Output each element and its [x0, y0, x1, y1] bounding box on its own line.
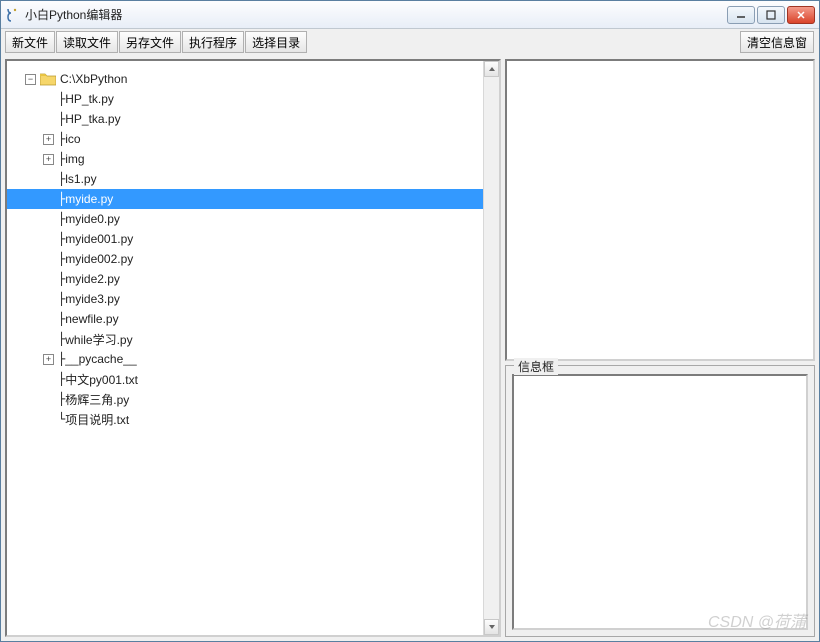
tree-scrollbar[interactable] — [483, 61, 499, 635]
toolbar: 新文件 读取文件 另存文件 执行程序 选择目录 清空信息窗 — [1, 29, 819, 55]
tree-item[interactable]: ├myide0.py — [7, 209, 483, 229]
tree-item-label: myide0.py — [65, 212, 120, 226]
tree-item[interactable]: + ├img — [7, 149, 483, 169]
tree-item[interactable]: ├myide.py — [7, 189, 483, 209]
tree-branch-glyph: └ — [58, 412, 65, 426]
tree-item-label: __pycache__ — [65, 352, 136, 366]
tree-item-label: myide2.py — [65, 272, 120, 286]
tree-item[interactable]: ├中文py001.txt — [7, 369, 483, 389]
tree-item-label: newfile.py — [65, 312, 118, 326]
tree-item[interactable]: ├myide2.py — [7, 269, 483, 289]
titlebar: 小白Python编辑器 — [1, 1, 819, 29]
tree-item-label: 中文py001.txt — [65, 371, 138, 388]
tree-root-node[interactable]: − C:\XbPython — [7, 69, 483, 89]
info-groupbox-label: 信息框 — [514, 358, 558, 375]
tree-item-label: myide001.py — [65, 232, 133, 246]
tree-branch-glyph: ├ — [58, 292, 65, 306]
tree-item-label: 杨辉三角.py — [65, 391, 129, 408]
tree-node-label: C:\XbPython — [60, 72, 127, 86]
tree-item[interactable]: ├HP_tk.py — [7, 89, 483, 109]
tree-item[interactable]: ├myide002.py — [7, 249, 483, 269]
tree-branch-glyph: ├ — [58, 392, 65, 406]
right-pane: 信息框 — [505, 59, 815, 637]
minimize-button[interactable] — [727, 6, 755, 24]
tree-branch-glyph: ├ — [58, 232, 65, 246]
tree-item[interactable]: ├while学习.py — [7, 329, 483, 349]
folder-icon — [40, 72, 56, 86]
tree-item[interactable]: + ├ico — [7, 129, 483, 149]
file-tree[interactable]: − C:\XbPython ├HP_tk.py├HP_tka.py+├ico+├… — [5, 59, 501, 637]
tree-item-label: myide.py — [65, 192, 113, 206]
scroll-up-button[interactable] — [484, 61, 499, 77]
window-controls — [727, 6, 815, 24]
clear-info-button[interactable]: 清空信息窗 — [740, 31, 814, 53]
tree-item[interactable]: └项目说明.txt — [7, 409, 483, 429]
run-program-button[interactable]: 执行程序 — [182, 31, 244, 53]
collapse-icon[interactable]: − — [25, 74, 36, 85]
tree-branch-glyph: ├ — [58, 92, 65, 106]
application-window: 小白Python编辑器 新文件 读取文件 另存文件 执行程序 选择目录 清空信息… — [0, 0, 820, 642]
tree-branch-glyph: ├ — [58, 172, 65, 186]
expand-icon[interactable]: + — [43, 354, 54, 365]
close-button[interactable] — [787, 6, 815, 24]
read-file-button[interactable]: 读取文件 — [56, 31, 118, 53]
tree-branch-glyph: ├ — [58, 272, 65, 286]
tree-item-label: ls1.py — [65, 172, 96, 186]
expand-icon[interactable]: + — [43, 134, 54, 145]
tree-item-label: while学习.py — [65, 331, 132, 348]
editor-area[interactable] — [505, 59, 815, 361]
tree-item[interactable]: ├杨辉三角.py — [7, 389, 483, 409]
tree-branch-glyph: ├ — [58, 372, 65, 386]
tree-item-label: img — [65, 152, 84, 166]
choose-dir-button[interactable]: 选择目录 — [245, 31, 307, 53]
info-groupbox: 信息框 — [505, 365, 815, 637]
new-file-button[interactable]: 新文件 — [5, 31, 55, 53]
app-icon — [5, 7, 21, 23]
tree-item[interactable]: ├HP_tka.py — [7, 109, 483, 129]
content-area: − C:\XbPython ├HP_tk.py├HP_tka.py+├ico+├… — [1, 55, 819, 641]
tree-item-label: HP_tka.py — [65, 112, 120, 126]
left-pane: − C:\XbPython ├HP_tk.py├HP_tka.py+├ico+├… — [5, 59, 501, 637]
tree-item[interactable]: ├newfile.py — [7, 309, 483, 329]
tree-branch-glyph: ├ — [58, 252, 65, 266]
save-as-button[interactable]: 另存文件 — [119, 31, 181, 53]
scroll-down-button[interactable] — [484, 619, 499, 635]
tree-branch-glyph: ├ — [58, 152, 65, 166]
window-title: 小白Python编辑器 — [25, 6, 727, 23]
tree-item-label: myide002.py — [65, 252, 133, 266]
expand-icon[interactable]: + — [43, 154, 54, 165]
tree-branch-glyph: ├ — [58, 192, 65, 206]
tree-item[interactable]: ├myide001.py — [7, 229, 483, 249]
info-textarea[interactable] — [512, 374, 808, 630]
maximize-button[interactable] — [757, 6, 785, 24]
tree-item-label: 项目说明.txt — [65, 411, 129, 428]
tree-item-label: HP_tk.py — [65, 92, 114, 106]
tree-branch-glyph: ├ — [58, 212, 65, 226]
tree-item[interactable]: +├__pycache__ — [7, 349, 483, 369]
tree-branch-glyph: ├ — [58, 312, 65, 326]
tree-item[interactable]: ├myide3.py — [7, 289, 483, 309]
tree-scroll-region: − C:\XbPython ├HP_tk.py├HP_tka.py+├ico+├… — [7, 61, 483, 635]
tree-branch-glyph: ├ — [58, 132, 65, 146]
tree-item-label: myide3.py — [65, 292, 120, 306]
tree-branch-glyph: ├ — [58, 112, 65, 126]
tree-item[interactable]: ├ls1.py — [7, 169, 483, 189]
tree-item-label: ico — [65, 132, 80, 146]
